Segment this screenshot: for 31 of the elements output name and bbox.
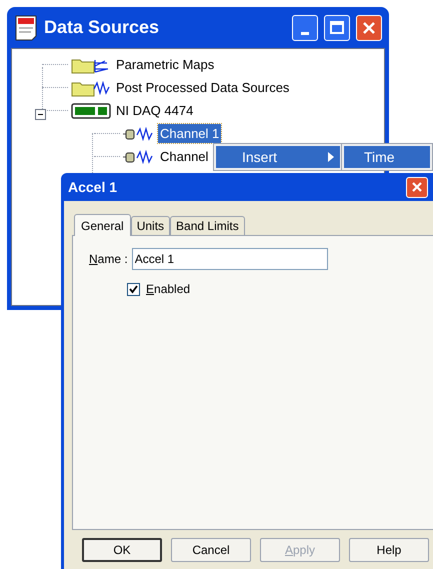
- menu-item[interactable]: Time: [344, 146, 430, 168]
- tab[interactable]: Units: [130, 216, 170, 235]
- folder-wave-icon: [71, 78, 111, 96]
- tree-item[interactable]: Channel: [158, 146, 210, 166]
- window-title: Data Sources: [44, 16, 160, 39]
- dialog-button[interactable]: OK: [82, 538, 162, 562]
- tree-item[interactable]: NI DAQ 4474: [114, 100, 196, 120]
- tree-item[interactable]: Post Processed Data Sources: [114, 78, 292, 98]
- dialog-button[interactable]: Cancel: [171, 538, 251, 562]
- maximize-button[interactable]: [324, 14, 350, 40]
- name-label: Name :: [89, 251, 128, 268]
- close-button[interactable]: [356, 14, 382, 40]
- minimize-button[interactable]: [292, 14, 318, 40]
- checkbox-label: Enabled: [146, 281, 190, 298]
- tree-item[interactable]: Channel 1: [158, 124, 222, 144]
- close-icon: [411, 181, 423, 193]
- name-field[interactable]: Accel 1: [132, 248, 328, 270]
- device-icon: [71, 102, 111, 120]
- tab[interactable]: General: [74, 214, 131, 236]
- close-icon: [362, 20, 376, 34]
- menu-item[interactable]: Insert: [216, 146, 340, 168]
- dialog-button[interactable]: Help: [349, 538, 429, 562]
- checkbox[interactable]: [127, 282, 140, 296]
- tree-item[interactable]: Parametric Maps: [114, 54, 216, 74]
- collapse-toggle[interactable]: [35, 109, 46, 120]
- sensor-wave-icon: [123, 126, 155, 142]
- dialog-title: Accel 1: [68, 178, 118, 196]
- sensor-wave-icon: [123, 148, 155, 164]
- document-icon: [14, 14, 38, 40]
- close-button[interactable]: [406, 176, 428, 198]
- tab[interactable]: Band Limits: [170, 216, 245, 235]
